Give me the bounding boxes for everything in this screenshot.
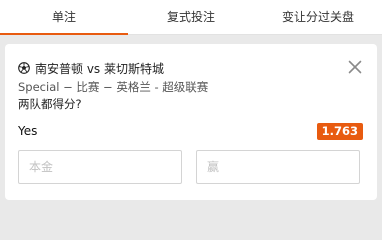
- tab-handicap-parlay-label: 变让分过关盘: [281, 10, 354, 24]
- bet-slip-card: 南安普顿 vs 莱切斯特城 Special − 比赛 − 英格兰 - 超级联赛 …: [5, 44, 377, 200]
- odds-badge: 1.763: [316, 123, 363, 140]
- match-title: 南安普顿 vs 莱切斯特城: [35, 61, 164, 76]
- tab-single[interactable]: 单注: [0, 0, 128, 35]
- tab-multiple[interactable]: 复式投注: [128, 0, 254, 34]
- selection-label: Yes: [18, 124, 38, 138]
- tab-handicap-parlay[interactable]: 变让分过关盘: [254, 0, 382, 34]
- tab-multiple-label: 复式投注: [166, 10, 215, 24]
- close-icon[interactable]: [348, 60, 362, 74]
- win-amount-field[interactable]: [196, 150, 360, 184]
- bet-type-tabs: 单注 复式投注 变让分过关盘: [0, 0, 382, 35]
- stake-input[interactable]: [18, 150, 182, 184]
- league-info: Special − 比赛 − 英格兰 - 超级联赛: [18, 80, 209, 94]
- market-question: 两队都得分?: [18, 97, 82, 111]
- soccer-ball-icon: [18, 62, 30, 74]
- match-row: 南安普顿 vs 莱切斯特城: [18, 59, 164, 77]
- active-tab-indicator: [0, 33, 128, 35]
- tab-single-label: 单注: [51, 10, 76, 24]
